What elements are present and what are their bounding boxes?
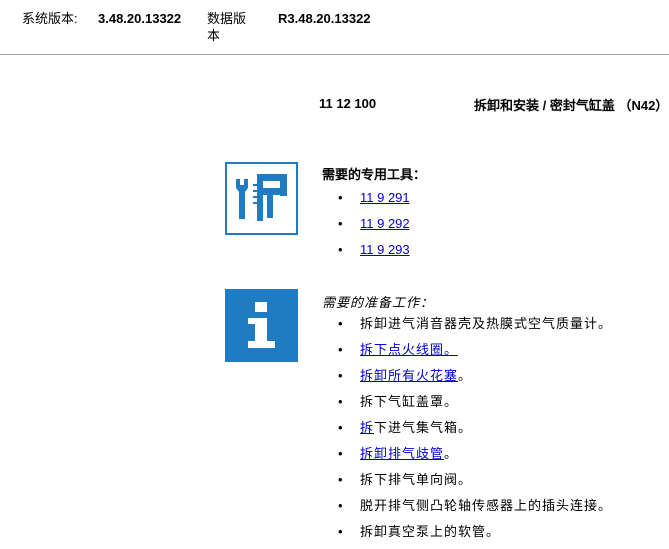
preparation-list: • 拆卸进气消音器壳及热膜式空气质量计。 • 拆下点火线圈。 • 拆卸所有火花塞。 •…	[338, 315, 612, 549]
step-link[interactable]: 拆	[360, 420, 374, 435]
list-item: • 拆卸所有火花塞。	[338, 367, 612, 393]
list-item: • 拆下进气集气箱。	[338, 419, 612, 445]
bullet: •	[338, 368, 344, 383]
list-item: • 拆卸排气歧管。	[338, 445, 612, 471]
tool-link[interactable]: 11 9 291	[360, 190, 410, 205]
bullet: •	[338, 190, 343, 205]
system-version-value: 3.48.20.13322	[98, 11, 182, 26]
bullet: •	[338, 498, 344, 513]
document-number: 11 12 100	[319, 96, 377, 111]
bullet: •	[338, 472, 344, 487]
step-text: 。	[444, 446, 459, 461]
bullet: •	[338, 420, 344, 435]
data-version-label: 数据版本	[207, 11, 247, 43]
bullet: •	[338, 242, 343, 257]
step-text: 下进气集气箱。	[374, 420, 473, 435]
step-text: 。	[458, 368, 473, 383]
step-text: 拆卸进气消音器壳及热膜式空气质量计。	[360, 316, 613, 331]
list-item: • 11 9 292	[338, 215, 410, 241]
info-icon	[225, 289, 298, 362]
bullet: •	[338, 446, 344, 461]
tool-link[interactable]: 11 9 293	[360, 242, 410, 257]
document-title: 拆卸和安装 / 密封气缸盖 （N42）	[474, 98, 669, 113]
list-item: • 11 9 291	[338, 189, 410, 215]
step-link[interactable]: 拆卸排气歧管	[360, 446, 444, 461]
step-text: 拆卸真空泵上的软管。	[360, 524, 501, 539]
list-item: • 拆卸进气消音器壳及热膜式空气质量计。	[338, 315, 612, 341]
tool-link[interactable]: 11 9 292	[360, 216, 410, 231]
list-item: • 拆下排气单向阀。	[338, 471, 612, 497]
list-item: • 拆下点火线圈。	[338, 341, 612, 367]
step-text: 脱开排气侧凸轮轴传感器上的插头连接。	[360, 498, 613, 513]
special-tools-list: • 11 9 291 • 11 9 292 • 11 9 293	[338, 189, 410, 267]
system-version-label: 系统版本:	[22, 11, 78, 26]
bullet: •	[338, 316, 344, 331]
bullet: •	[338, 216, 343, 231]
version-header: 系统版本: 3.48.20.13322 数据版本 R3.48.20.13322	[0, 0, 669, 55]
special-tools-icon	[225, 162, 298, 235]
list-item: • 拆卸真空泵上的软管。	[338, 523, 612, 549]
step-link[interactable]: 拆下点火线圈。	[360, 342, 458, 357]
bullet: •	[338, 524, 344, 539]
list-item: • 脱开排气侧凸轮轴传感器上的插头连接。	[338, 497, 612, 523]
special-tools-heading: 需要的专用工具：	[322, 167, 427, 182]
bullet: •	[338, 394, 344, 409]
list-item: • 拆下气缸盖罩。	[338, 393, 612, 419]
data-version-value: R3.48.20.13322	[278, 11, 371, 26]
step-text: 拆下排气单向阀。	[360, 472, 473, 487]
step-text: 拆下气缸盖罩。	[360, 394, 459, 409]
bullet: •	[338, 342, 344, 357]
list-item: • 11 9 293	[338, 241, 410, 267]
step-link[interactable]: 拆卸所有火花塞	[360, 368, 458, 383]
preparation-heading: 需要的准备工作：	[322, 295, 435, 310]
